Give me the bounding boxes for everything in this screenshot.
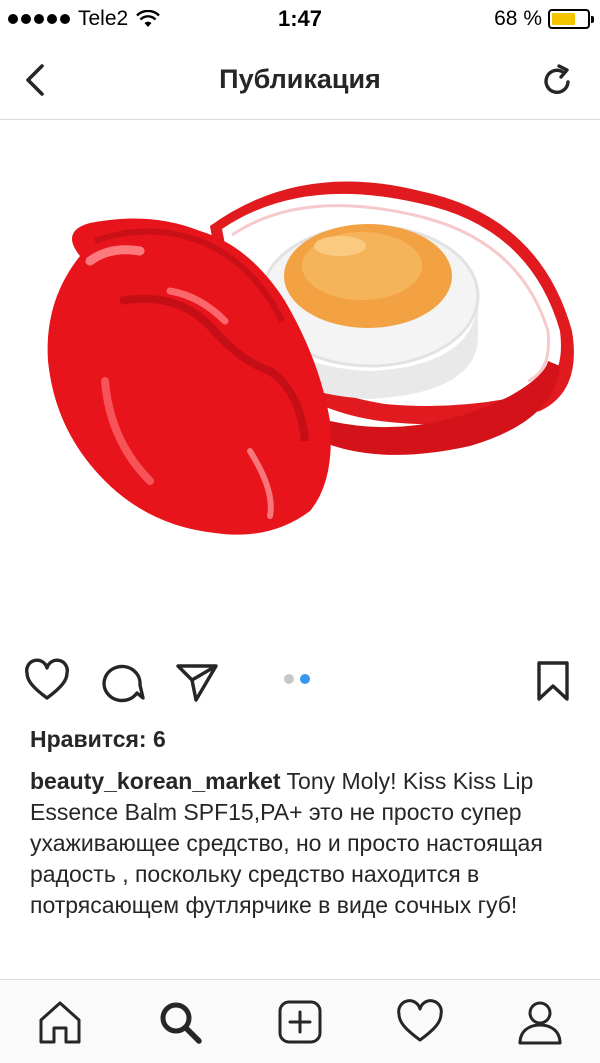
- post-actions: [0, 650, 600, 710]
- carousel-dot: [284, 674, 294, 684]
- refresh-icon[interactable]: [538, 62, 576, 100]
- home-icon[interactable]: [36, 998, 84, 1046]
- profile-icon[interactable]: [516, 998, 564, 1046]
- tab-bar: [0, 979, 600, 1063]
- bookmark-icon[interactable]: [530, 658, 576, 704]
- carousel-indicator: [284, 674, 310, 684]
- search-icon[interactable]: [156, 998, 204, 1046]
- carousel-dot-active: [300, 674, 310, 684]
- lip-balm-image: [47, 181, 574, 535]
- status-bar: Tele2 1:47 68 %: [0, 0, 600, 40]
- add-icon[interactable]: [276, 998, 324, 1046]
- likes-count[interactable]: Нравится: 6: [30, 726, 166, 753]
- comment-icon[interactable]: [100, 658, 146, 704]
- battery-level: [552, 13, 576, 25]
- post-caption: beauty_korean_market Tony Moly! Kiss Kis…: [30, 766, 575, 921]
- battery-icon: [548, 9, 594, 29]
- heart-icon[interactable]: [24, 658, 70, 704]
- status-right: 68 %: [494, 7, 594, 31]
- send-icon[interactable]: [174, 658, 220, 704]
- page-title: Публикация: [219, 64, 381, 94]
- battery-percent: 68 %: [494, 7, 542, 30]
- caption-username[interactable]: beauty_korean_market: [30, 768, 281, 794]
- nav-bar: Публикация: [0, 40, 600, 120]
- post-image[interactable]: [0, 121, 600, 641]
- activity-heart-icon[interactable]: [396, 998, 444, 1046]
